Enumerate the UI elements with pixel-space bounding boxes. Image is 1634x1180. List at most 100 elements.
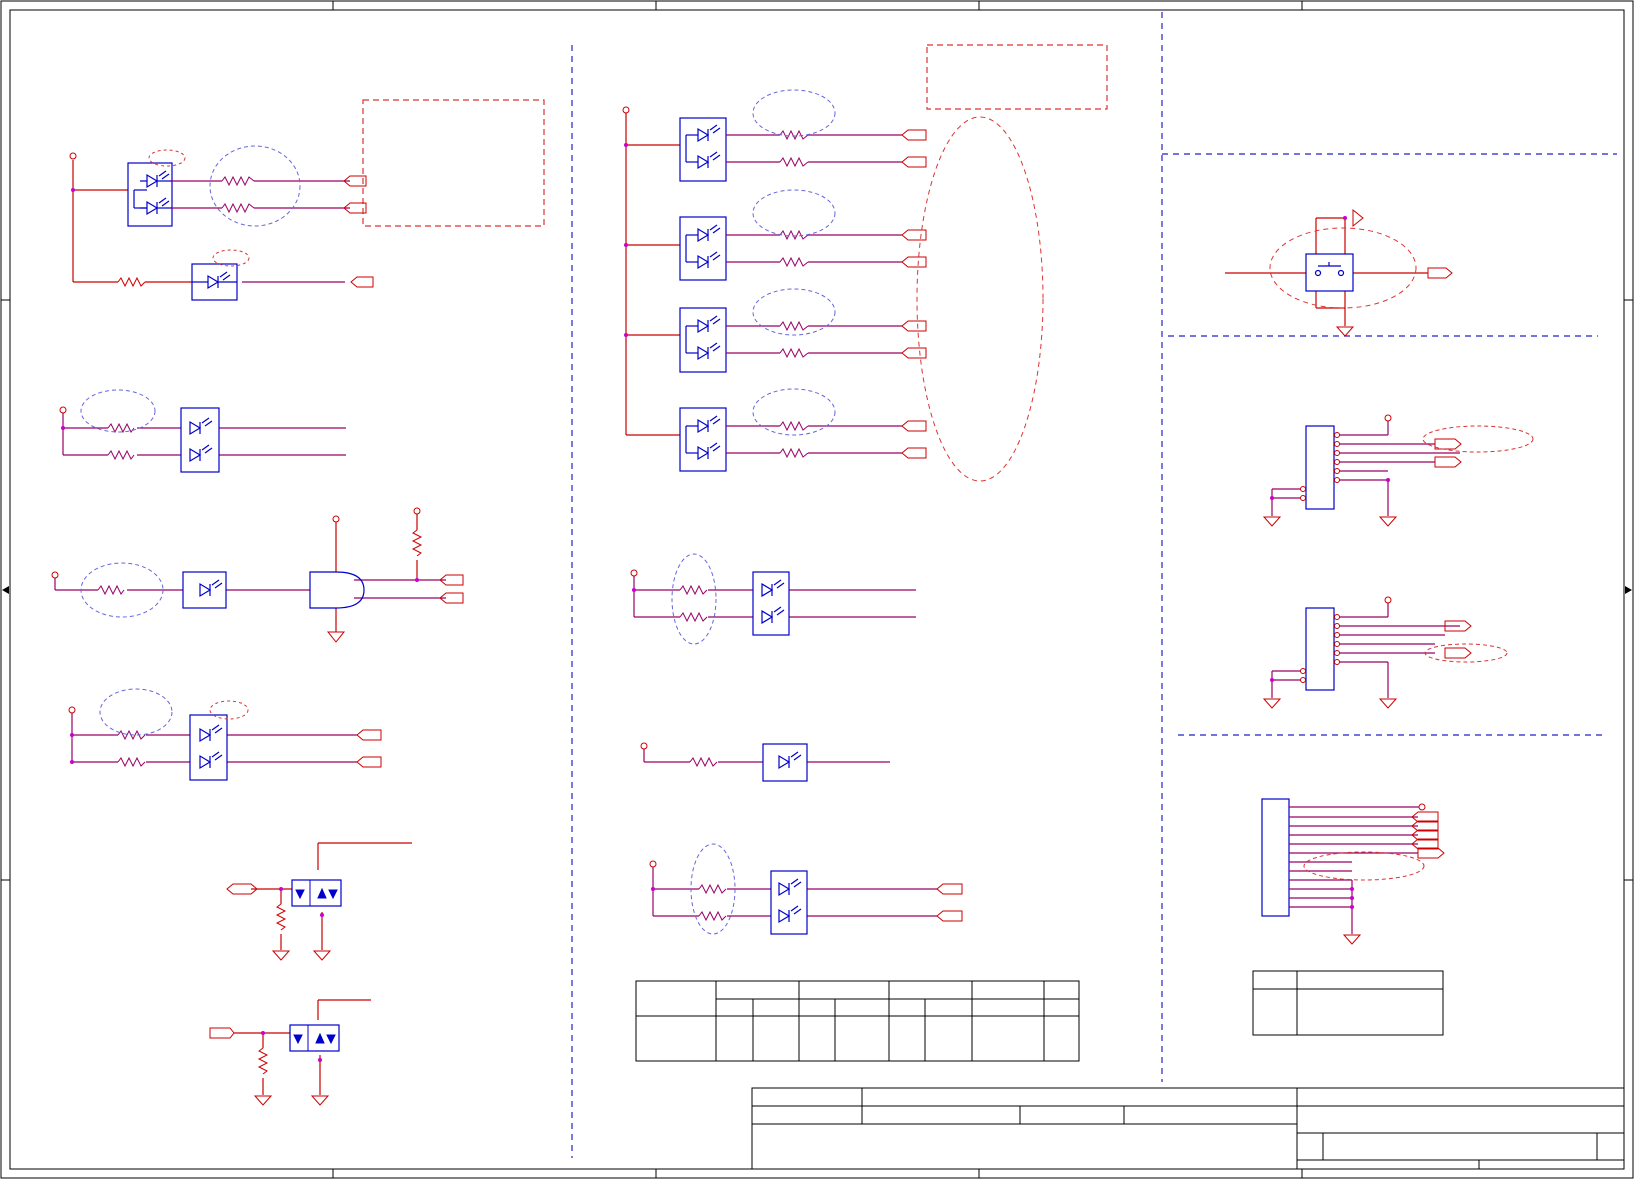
led-package (752, 571, 790, 636)
ground-icon (1378, 516, 1398, 527)
resistor-icon (275, 903, 287, 931)
title-block (751, 1087, 1625, 1170)
connector-2 (1262, 596, 1508, 709)
net-port-icon (901, 129, 927, 459)
tvs-diode-icon (293, 1025, 336, 1051)
resistor-icon (221, 175, 255, 187)
ground-icon (1335, 326, 1355, 337)
dual-led-group-3 (68, 688, 382, 781)
resistor-icon (411, 529, 423, 557)
resistor-icon (107, 422, 135, 434)
led-icon (685, 224, 721, 270)
ground-icon (1342, 934, 1362, 945)
connector-icon (1261, 798, 1290, 917)
dual-led-group-4 (630, 553, 916, 645)
led-package (679, 117, 727, 182)
connector-3 (1261, 798, 1445, 945)
net-port-icon (356, 729, 382, 741)
junction-dot (318, 1058, 322, 1062)
junction-dot (70, 733, 74, 737)
dual-led-group-2 (59, 389, 346, 473)
and-gate-icon (309, 571, 365, 609)
ground-icon (1378, 698, 1398, 709)
power-pin-icon (1384, 414, 1392, 422)
ground-icon (1262, 698, 1282, 709)
led-icon (199, 724, 223, 770)
power-pin-icon (630, 569, 638, 577)
resistor-icon (698, 883, 727, 895)
single-led-2 (640, 742, 890, 782)
led-icon (189, 417, 213, 463)
led-icon (192, 271, 237, 290)
annotation-ellipse (99, 688, 173, 736)
junction-dot (624, 143, 628, 147)
annotation-ellipse (148, 149, 186, 167)
annotation-ellipse (916, 116, 1044, 482)
junction-dot (71, 188, 75, 192)
led-icon (133, 170, 172, 216)
power-pin-icon (51, 571, 59, 579)
power-pin-icon (622, 106, 630, 114)
power-pin-icon (1384, 596, 1392, 604)
power-pin-icon (1418, 803, 1426, 811)
led-package (762, 743, 808, 782)
net-port-icon (356, 756, 382, 768)
resistor-icon (107, 449, 135, 461)
junction-dot (279, 887, 283, 891)
note-box-left (362, 99, 545, 227)
annotation-ellipse (1269, 227, 1417, 309)
junction-dot (70, 760, 74, 764)
net-port-icon (1427, 267, 1453, 279)
resistor-icon (117, 756, 146, 768)
led-package (679, 216, 727, 281)
annotation-ellipse (671, 553, 717, 645)
tvs-protection-2 (209, 999, 371, 1106)
led-icon (685, 415, 721, 461)
net-port-icon (209, 1027, 235, 1039)
connector-icon (1305, 607, 1335, 691)
net-port-icon (1434, 438, 1462, 450)
resistor-icon (97, 584, 125, 596)
junction-dot (632, 588, 636, 592)
led-package (679, 407, 727, 472)
led-icon (778, 878, 802, 924)
power-pin-icon (413, 507, 421, 515)
junction-dot (415, 578, 419, 582)
power-pin-icon (332, 515, 340, 523)
annotation-ellipse (1424, 643, 1508, 663)
led-package (180, 407, 220, 473)
net-port-icon (936, 910, 963, 922)
resistor-icon (117, 276, 146, 288)
power-pin-icon (649, 860, 657, 868)
dual-led-group-5 (649, 843, 963, 935)
junction-dot (1343, 216, 1347, 220)
led-icon (199, 579, 223, 598)
led-package (679, 307, 727, 373)
push-button-switch (1225, 208, 1453, 337)
junction-dot (1270, 496, 1274, 500)
connector-1 (1262, 414, 1534, 527)
legend-table (1252, 970, 1444, 1036)
single-led-1 (191, 249, 374, 301)
schematic-sheet (0, 0, 1634, 1179)
resistor-icon (221, 202, 255, 214)
power-pin-icon (69, 152, 77, 160)
net-port-icon (1434, 456, 1462, 468)
dual-led-group-1 (69, 145, 367, 288)
led-package (127, 162, 173, 227)
junction-dot (61, 426, 65, 430)
junction-dot (651, 887, 655, 891)
led-icon (685, 124, 721, 170)
ground-icon (271, 950, 291, 961)
net-port-icon (1444, 647, 1472, 659)
section-dividers (571, 12, 1617, 1158)
junction-dot (624, 243, 628, 247)
ground-icon (1262, 516, 1282, 527)
led-package (182, 571, 227, 609)
annotation-ellipse (1303, 851, 1425, 881)
resistor-icon (679, 611, 708, 623)
connector-icon (1305, 425, 1335, 510)
net-port-icon (350, 276, 374, 288)
annotation-ellipse (209, 700, 249, 720)
resistor-icon (257, 1047, 269, 1075)
